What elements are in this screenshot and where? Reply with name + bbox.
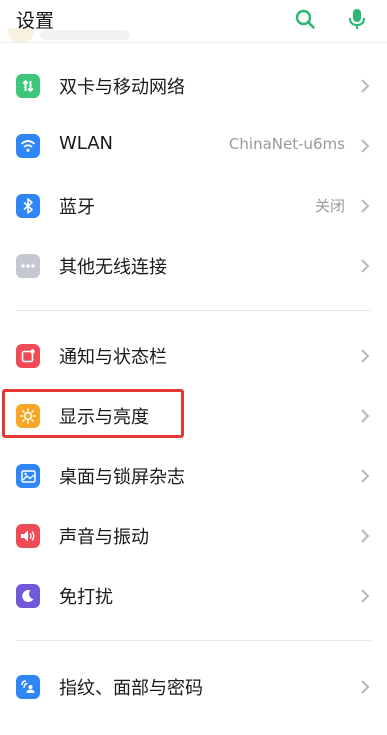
section-divider — [16, 310, 371, 311]
fingerprint-face-icon — [16, 675, 40, 699]
settings-row-bluetooth[interactable]: 蓝牙 关闭 — [0, 176, 387, 236]
settings-row-notifications[interactable]: 通知与状态栏 — [0, 326, 387, 386]
chevron-right-icon — [361, 79, 370, 93]
row-label: 指纹、面部与密码 — [59, 678, 203, 699]
moon-icon — [16, 584, 40, 608]
row-label: 蓝牙 — [59, 197, 95, 218]
chevron-right-icon — [361, 199, 370, 213]
top-bar: 设置 — [0, 0, 387, 43]
chevron-right-icon — [361, 469, 370, 483]
wifi-icon — [16, 134, 40, 158]
section-divider — [16, 640, 371, 641]
row-label: 双卡与移动网络 — [59, 77, 185, 98]
chevron-right-icon — [361, 409, 370, 423]
row-value: 关闭 — [314, 197, 345, 215]
wallpaper-icon — [16, 464, 40, 488]
settings-row-biometrics[interactable]: 指纹、面部与密码 — [0, 657, 387, 717]
row-label: 桌面与锁屏杂志 — [59, 467, 185, 488]
page-title: 设置 — [16, 10, 55, 32]
chevron-right-icon — [361, 589, 370, 603]
row-label: 通知与状态栏 — [59, 347, 167, 368]
notification-icon — [16, 344, 40, 368]
row-label: 声音与振动 — [59, 527, 149, 548]
sim-network-icon — [16, 74, 40, 98]
chevron-right-icon — [361, 139, 370, 153]
settings-row-sim-network[interactable]: 双卡与移动网络 — [0, 56, 387, 116]
settings-row-sound[interactable]: 声音与振动 — [0, 506, 387, 566]
speaker-icon — [16, 524, 40, 548]
settings-row-wlan[interactable]: WLAN ChinaNet-u6ms — [0, 116, 387, 176]
row-label: WLAN — [59, 133, 114, 154]
settings-row-wallpaper[interactable]: 桌面与锁屏杂志 — [0, 446, 387, 506]
chevron-right-icon — [361, 259, 370, 273]
highlight-box — [2, 389, 184, 438]
microphone-icon[interactable] — [344, 6, 370, 32]
settings-row-dnd[interactable]: 免打扰 — [0, 566, 387, 626]
settings-row-other-wireless[interactable]: 其他无线连接 — [0, 236, 387, 296]
chevron-right-icon — [361, 680, 370, 694]
row-label: 其他无线连接 — [59, 257, 167, 278]
bluetooth-icon — [16, 194, 40, 218]
chevron-right-icon — [361, 529, 370, 543]
more-dots-icon — [16, 254, 40, 278]
row-label: 免打扰 — [59, 587, 113, 608]
search-icon[interactable] — [292, 6, 318, 32]
row-value: ChinaNet-u6ms — [228, 135, 345, 153]
chevron-right-icon — [361, 349, 370, 363]
